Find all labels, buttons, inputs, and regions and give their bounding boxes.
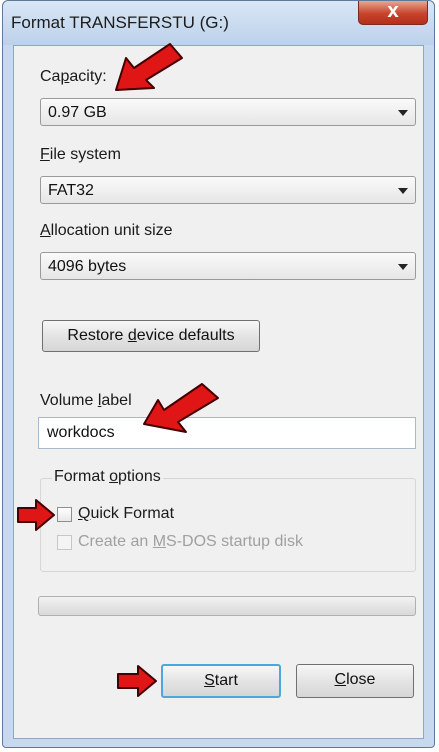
- quick-format-checkbox[interactable]: [57, 507, 72, 522]
- chevron-down-icon: [398, 264, 408, 270]
- capacity-value: 0.97 GB: [48, 104, 107, 121]
- chevron-down-icon: [398, 188, 408, 194]
- window-title: Format TRANSFERSTU (G:): [11, 13, 229, 32]
- file-system-label: File system: [40, 146, 121, 163]
- msdos-startup-checkbox: [57, 535, 72, 550]
- allocation-unit-dropdown[interactable]: 4096 bytes: [40, 252, 416, 280]
- annotation-arrow-capacity: [115, 43, 183, 91]
- quick-format-label[interactable]: Quick Format: [78, 505, 174, 523]
- chevron-down-icon: [398, 110, 408, 116]
- annotation-arrow-start: [117, 665, 157, 697]
- volume-label-label: Volume label: [40, 392, 132, 409]
- file-system-dropdown[interactable]: FAT32: [40, 176, 416, 204]
- start-button[interactable]: Start: [161, 664, 281, 698]
- close-icon: X: [387, 3, 399, 21]
- annotation-arrow-volume-label: [143, 383, 219, 433]
- annotation-arrow-quick-format: [17, 499, 55, 531]
- file-system-value: FAT32: [48, 182, 94, 199]
- title-bar[interactable]: Format TRANSFERSTU (G:) X: [3, 1, 434, 45]
- format-options-group: [40, 478, 416, 572]
- capacity-label: Capacity:: [40, 68, 107, 85]
- restore-defaults-button[interactable]: Restore device defaults: [42, 320, 260, 352]
- window-close-button[interactable]: X: [358, 1, 428, 25]
- capacity-dropdown[interactable]: 0.97 GB: [40, 98, 416, 126]
- msdos-startup-label: Create an MS-DOS startup disk: [78, 533, 303, 550]
- close-button[interactable]: Close: [296, 664, 414, 698]
- allocation-unit-value: 4096 bytes: [48, 258, 127, 275]
- volume-label-value: workdocs: [47, 424, 115, 441]
- format-options-title: Format options: [52, 468, 163, 486]
- allocation-unit-label: Allocation unit size: [40, 222, 173, 239]
- volume-label-input[interactable]: workdocs: [38, 417, 416, 449]
- format-progress-bar: [38, 596, 416, 616]
